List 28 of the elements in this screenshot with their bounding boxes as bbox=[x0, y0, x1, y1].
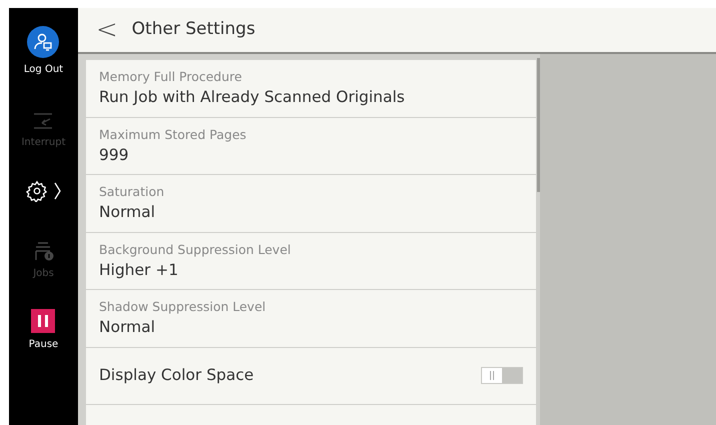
setting-row[interactable]: Display Color Space bbox=[86, 348, 536, 405]
user-icon bbox=[27, 26, 60, 58]
toggle-switch[interactable] bbox=[481, 367, 523, 384]
setting-label: Shadow Suppression Level bbox=[99, 298, 267, 316]
setting-label: Display Color Space bbox=[99, 365, 254, 386]
pause-button[interactable] bbox=[31, 309, 56, 333]
setting-row[interactable]: Memory Full Procedure Run Job with Already Scanned Originals bbox=[86, 60, 536, 118]
setting-value: Normal bbox=[99, 202, 156, 224]
jobs-icon bbox=[32, 240, 54, 262]
setting-row[interactable]: Background Suppression Level Higher +1 bbox=[86, 232, 536, 290]
sidebar-label[interactable]: Pause bbox=[28, 337, 58, 352]
back-button[interactable]: < bbox=[96, 17, 118, 43]
setting-label: Memory Full Procedure bbox=[99, 68, 243, 86]
settings-icon[interactable] bbox=[26, 180, 48, 202]
setting-label: Background Suppression Level bbox=[99, 240, 292, 259]
window-title: Other Settings bbox=[132, 18, 256, 42]
setting-row[interactable]: Shadow Suppression Level Normal bbox=[86, 290, 536, 348]
setting-label: Maximum Stored Pages bbox=[99, 126, 248, 144]
setting-row[interactable]: Maximum Stored Pages 999 bbox=[86, 118, 536, 175]
setting-label: Saturation bbox=[99, 183, 166, 202]
sidebar-label[interactable]: Log Out bbox=[24, 62, 64, 77]
setting-value: Normal bbox=[99, 317, 156, 338]
setting-value: Run Job with Already Scanned Originals bbox=[99, 87, 406, 108]
setting-value: 999 bbox=[99, 144, 130, 166]
interrupt-icon bbox=[32, 111, 54, 131]
setting-value: Higher +1 bbox=[99, 260, 180, 281]
chevron-right-icon bbox=[54, 182, 61, 200]
setting-row[interactable]: Saturation Normal bbox=[86, 175, 536, 232]
